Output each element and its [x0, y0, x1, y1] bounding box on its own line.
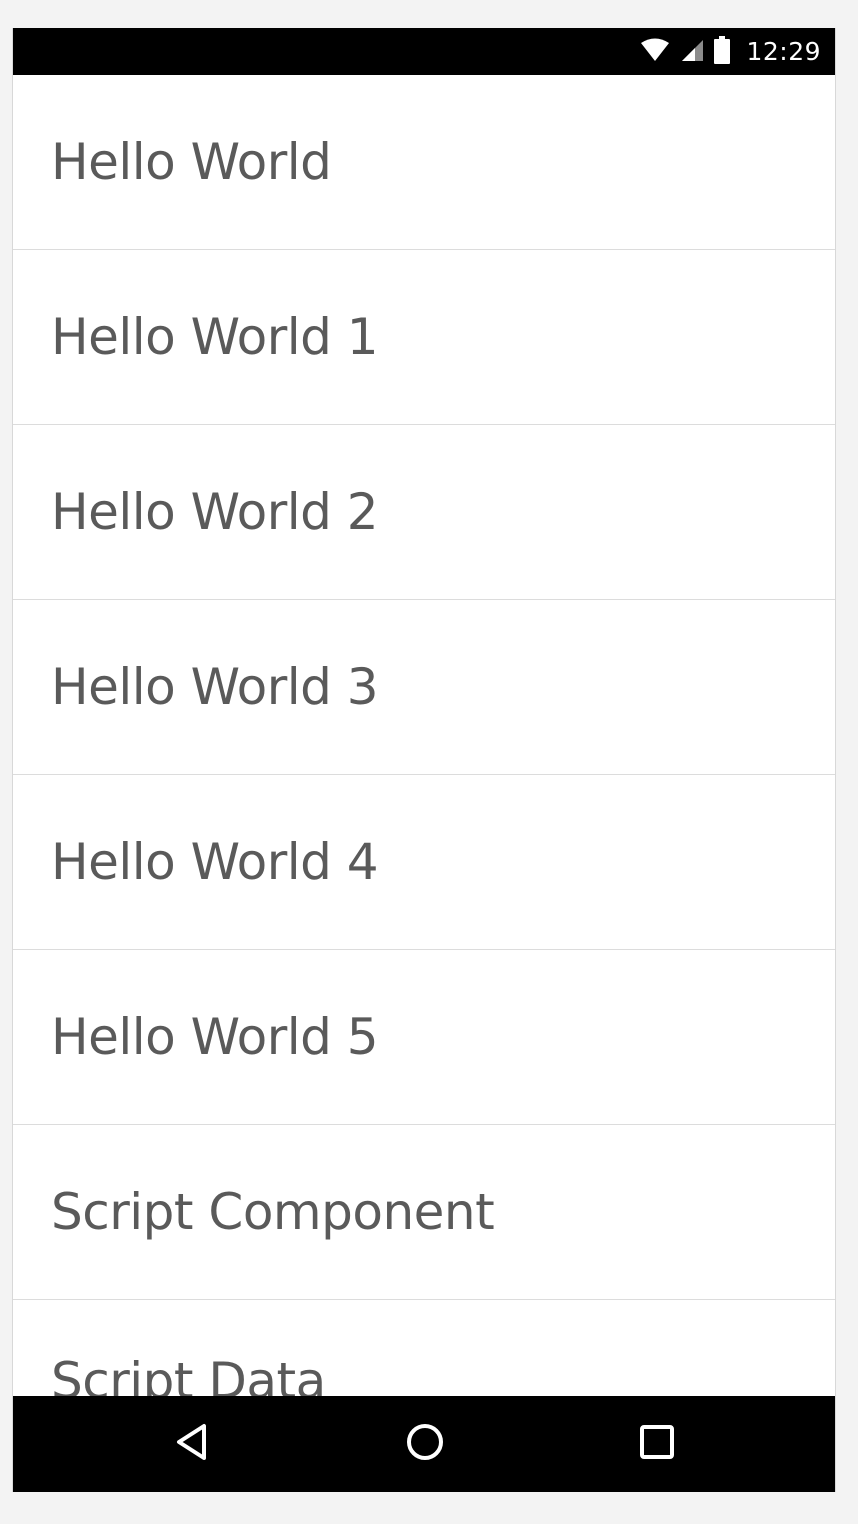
list-item-label: Hello World 5 [51, 1008, 379, 1066]
list-item[interactable]: Hello World 1 [13, 250, 835, 425]
list-item-label: Script Component [51, 1183, 495, 1241]
back-icon [173, 1422, 213, 1466]
list-item[interactable]: Script Component [13, 1125, 835, 1300]
list-item-label: Hello World 1 [51, 308, 379, 366]
recent-apps-icon [637, 1422, 677, 1466]
home-icon [405, 1422, 445, 1466]
status-icons: 12:29 [640, 28, 821, 75]
list-item-label: Hello World [51, 133, 332, 191]
list-item-label: Hello World 3 [51, 658, 379, 716]
list-item[interactable]: Hello World 4 [13, 775, 835, 950]
list-item[interactable]: Hello World 5 [13, 950, 835, 1125]
item-list[interactable]: Hello World Hello World 1 Hello World 2 … [13, 75, 835, 1396]
battery-icon [714, 35, 731, 68]
list-item[interactable]: Hello World 3 [13, 600, 835, 775]
list-item-label: Script Data [51, 1352, 326, 1396]
home-button[interactable] [401, 1420, 449, 1468]
back-button[interactable] [169, 1420, 217, 1468]
list-item[interactable]: Hello World 2 [13, 425, 835, 600]
list-item[interactable]: Script Data [13, 1300, 835, 1396]
phone-screen: 12:29 Hello World Hello World 1 Hello Wo… [12, 28, 836, 1492]
navigation-bar [13, 1396, 835, 1492]
status-time: 12:29 [746, 37, 821, 66]
recent-apps-button[interactable] [633, 1420, 681, 1468]
list-item[interactable]: Hello World [13, 75, 835, 250]
cell-signal-icon [680, 38, 704, 66]
list-item-label: Hello World 2 [51, 483, 379, 541]
list-item-label: Hello World 4 [51, 833, 379, 891]
status-bar: 12:29 [13, 28, 835, 75]
wifi-icon [640, 38, 670, 66]
